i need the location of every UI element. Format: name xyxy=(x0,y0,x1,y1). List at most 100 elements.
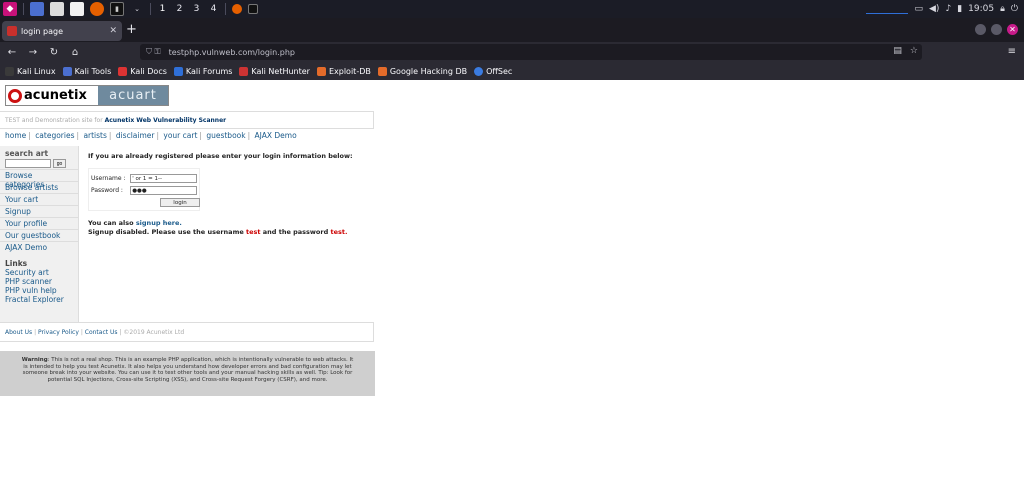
firefox-window-icon[interactable] xyxy=(232,4,242,14)
username-row: Username : ' or 1 = 1-- xyxy=(91,172,197,184)
os-taskbar: ◆ ▮ ⌄ 1 2 3 4 ▭ ◀) ♪ ▮ 19:05 🔒︎ ⏻ xyxy=(0,0,1024,18)
password-label: Password : xyxy=(91,186,123,194)
power-icon[interactable]: ⏻ xyxy=(1011,4,1018,14)
nav-categories[interactable]: categories xyxy=(35,131,74,140)
bookmark-label: Kali Docs xyxy=(130,66,167,76)
nav-ajax-demo[interactable]: AJAX Demo xyxy=(255,131,297,140)
workspace-2[interactable]: 2 xyxy=(171,4,188,14)
login-form: Username : ' or 1 = 1-- Password : ●●● l… xyxy=(88,168,200,211)
bookmark-label: Kali Linux xyxy=(17,66,56,76)
home-icon[interactable]: ⌂ xyxy=(66,47,84,58)
bookmark-offsec[interactable]: OffSec xyxy=(474,66,513,76)
nethunter-icon xyxy=(239,66,249,76)
about-us-link[interactable]: About Us xyxy=(5,329,32,336)
desktop-icon[interactable] xyxy=(30,2,44,16)
bookmark-label: Kali Forums xyxy=(185,66,233,76)
bookmark-star-icon[interactable]: ☆ xyxy=(910,46,918,56)
bookmark-label: Google Hacking DB xyxy=(389,66,468,76)
signup-text: You can also xyxy=(88,219,134,227)
sidebar-item-signup[interactable]: Signup xyxy=(0,205,78,217)
password-field[interactable]: ●●● xyxy=(130,185,197,195)
sidebar-item-your-profile[interactable]: Your profile xyxy=(0,217,78,229)
sidebar-item-ajax-demo[interactable]: AJAX Demo xyxy=(0,241,78,253)
sidebar-item-your-cart[interactable]: Your cart xyxy=(0,193,78,205)
volume-icon[interactable]: ◀) xyxy=(929,4,939,14)
link-fractal-explorer[interactable]: Fractal Explorer xyxy=(0,295,78,304)
privacy-policy-link[interactable]: Privacy Policy xyxy=(38,329,79,336)
bookmark-label: OffSec xyxy=(486,66,513,76)
signup-link[interactable]: signup here. xyxy=(136,219,182,227)
bell-icon[interactable]: ♪ xyxy=(945,4,951,14)
url-text: testphp.vulnweb.com/login.php xyxy=(168,47,295,57)
bookmark-exploit-db[interactable]: Exploit-DB xyxy=(316,66,371,76)
battery-icon[interactable]: ▮ xyxy=(957,4,962,14)
sidebar: search art go Browse categories Browse a… xyxy=(0,146,79,322)
warning-text: : This is not a real shop. This is an ex… xyxy=(22,357,354,383)
bookmark-kali-forums[interactable]: Kali Forums xyxy=(173,66,233,76)
firefox-icon[interactable] xyxy=(90,2,104,16)
kali-menu-icon[interactable]: ◆ xyxy=(3,2,17,16)
maximize-button[interactable] xyxy=(991,24,1002,35)
workspace-3[interactable]: 3 xyxy=(188,4,205,14)
folder-icon[interactable] xyxy=(50,2,64,16)
link-security-art[interactable]: Security art xyxy=(0,268,78,277)
url-bar[interactable]: ⛉ ⚿ testphp.vulnweb.com/login.php ▤ ☆ xyxy=(140,44,922,60)
reload-icon[interactable]: ↻ xyxy=(45,47,63,58)
sidebar-item-browse-artists[interactable]: Browse artists xyxy=(0,181,78,193)
forward-arrow-icon[interactable]: → xyxy=(24,47,42,58)
shield-icon[interactable]: ⛉ ⚿ xyxy=(146,47,161,57)
search-input[interactable] xyxy=(5,159,51,168)
links-heading: Links xyxy=(5,259,28,268)
display-icon[interactable]: ▭ xyxy=(914,4,923,14)
workspace-1[interactable]: 1 xyxy=(154,4,171,14)
search-art-heading: search art xyxy=(5,149,49,158)
close-window-button[interactable]: ✕ xyxy=(1007,24,1018,35)
scanner-link[interactable]: Acunetix Web Vulnerability Scanner xyxy=(105,117,227,124)
sidebar-item-browse-categories[interactable]: Browse categories xyxy=(0,169,78,189)
workspace-4[interactable]: 4 xyxy=(205,4,222,14)
bookmark-kali-linux[interactable]: Kali Linux xyxy=(5,66,56,76)
go-button[interactable]: go xyxy=(53,159,66,168)
link-php-scanner[interactable]: PHP scanner xyxy=(0,277,78,286)
test-password: test. xyxy=(330,228,348,236)
username-field[interactable]: ' or 1 = 1-- xyxy=(130,173,197,183)
sidebar-item-our-guestbook[interactable]: Our guestbook xyxy=(0,229,78,241)
bookmarks-toolbar: Kali Linux Kali Tools Kali Docs Kali For… xyxy=(0,62,1024,80)
bookmark-kali-tools[interactable]: Kali Tools xyxy=(62,66,111,76)
bookmark-label: Exploit-DB xyxy=(328,66,371,76)
nav-artists[interactable]: artists xyxy=(83,131,106,140)
disabled-text: Signup disabled. Please use the username xyxy=(88,228,244,236)
reader-view-icon[interactable]: ▤ xyxy=(893,46,902,56)
clock[interactable]: 19:05 xyxy=(968,4,994,14)
tab-title: login page xyxy=(21,26,64,36)
terminal-icon[interactable]: ▮ xyxy=(110,2,124,16)
system-tray: ▭ ◀) ♪ ▮ 19:05 🔒︎ ⏻ xyxy=(866,0,1024,18)
login-intro: If you are already registered please ent… xyxy=(88,152,353,160)
lock-icon[interactable]: 🔒︎ xyxy=(1000,4,1005,14)
back-arrow-icon[interactable]: ← xyxy=(3,47,21,58)
bookmark-google-hacking-db[interactable]: Google Hacking DB xyxy=(377,66,468,76)
nav-disclaimer[interactable]: disclaimer xyxy=(116,131,155,140)
site-logo[interactable]: acunetix acuart xyxy=(5,85,169,106)
bookmark-kali-docs[interactable]: Kali Docs xyxy=(118,66,167,76)
tab-login-page[interactable]: login page ✕ xyxy=(2,21,122,41)
hamburger-menu-icon[interactable]: ≡ xyxy=(1008,46,1016,57)
terminal-window-icon[interactable] xyxy=(248,4,258,14)
link-php-vuln-help[interactable]: PHP vuln help xyxy=(0,286,78,295)
kali-icon xyxy=(5,66,14,76)
contact-us-link[interactable]: Contact Us xyxy=(85,329,118,336)
login-button[interactable]: login xyxy=(160,198,200,207)
url-actions: ▤ ☆ xyxy=(893,46,918,56)
new-tab-button[interactable]: + xyxy=(126,22,137,37)
bookmark-kali-nethunter[interactable]: Kali NetHunter xyxy=(239,66,310,76)
nav-guestbook[interactable]: guestbook xyxy=(206,131,245,140)
text-editor-icon[interactable] xyxy=(70,2,84,16)
close-icon[interactable]: ✕ xyxy=(109,26,117,36)
navigation-bar: ← → ↻ ⌂ ⛉ ⚿ testphp.vulnweb.com/login.ph… xyxy=(0,42,1024,62)
nav-your-cart[interactable]: your cart xyxy=(163,131,197,140)
nav-home[interactable]: home xyxy=(5,131,26,140)
password-row: Password : ●●● xyxy=(91,184,197,196)
copyright: ©2019 Acunetix Ltd xyxy=(123,329,185,336)
chevron-down-icon[interactable]: ⌄ xyxy=(130,2,144,16)
minimize-button[interactable] xyxy=(975,24,986,35)
